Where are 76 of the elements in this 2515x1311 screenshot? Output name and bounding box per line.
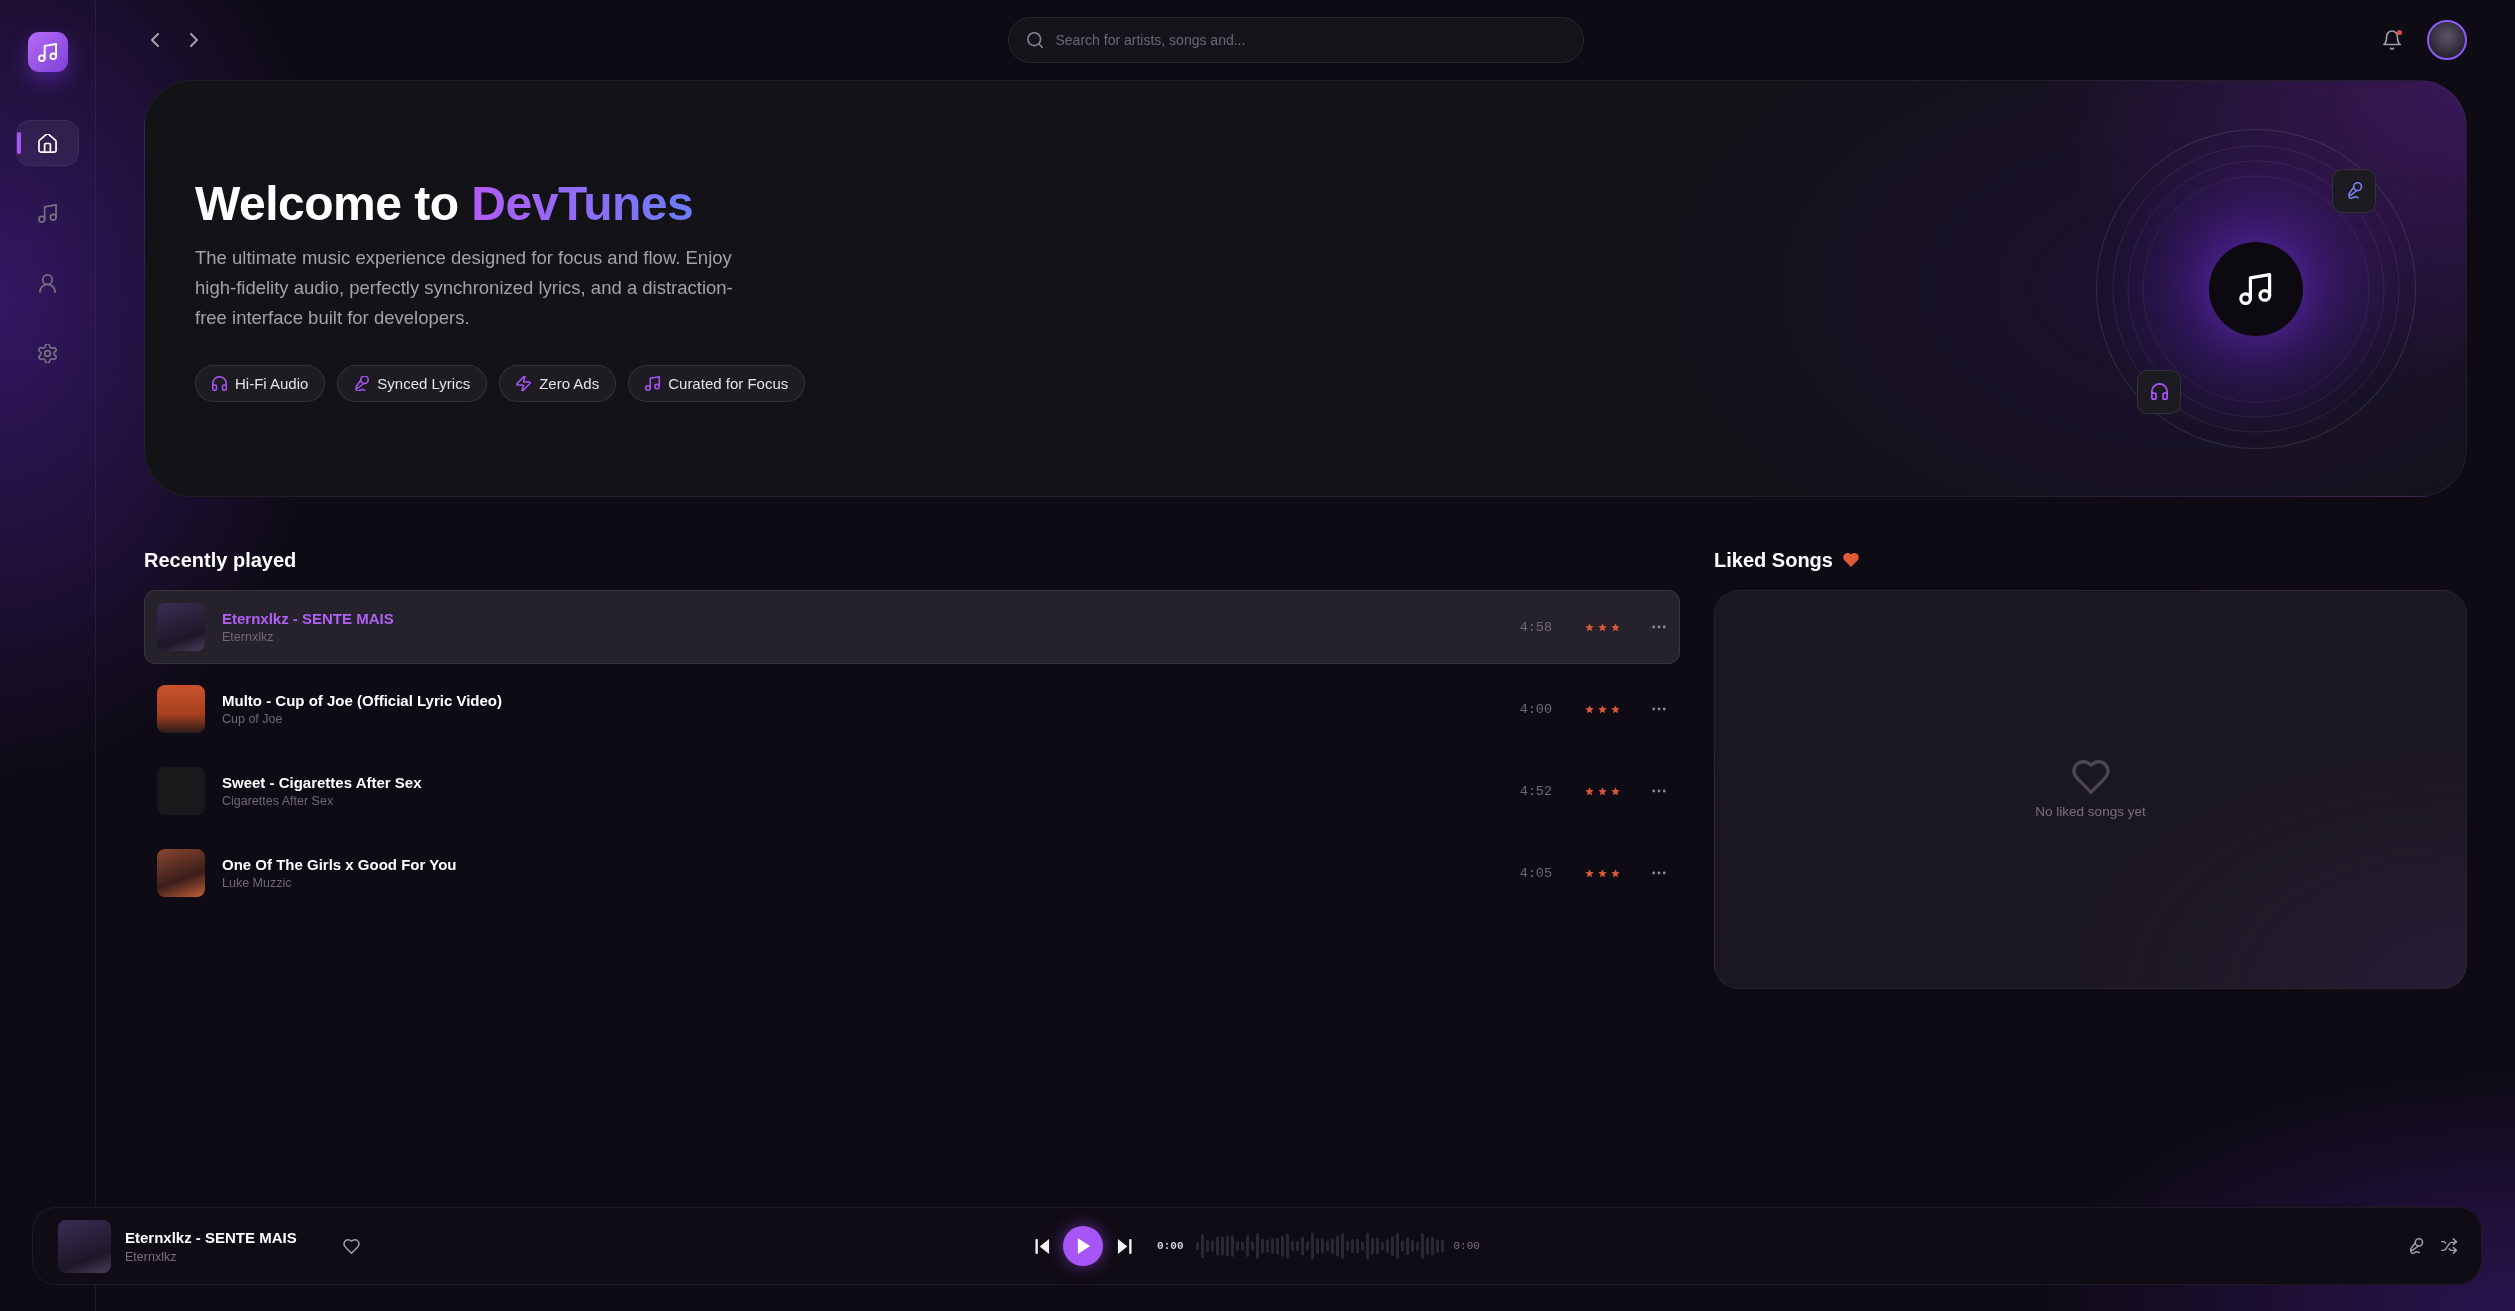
track-artist: Cigarettes After Sex xyxy=(222,794,334,808)
play-button[interactable] xyxy=(1063,1226,1104,1266)
album-art-placeholder xyxy=(157,685,205,733)
star-icon xyxy=(1598,622,1608,632)
hero-title: Welcome to DevTunes xyxy=(195,176,694,232)
feature-label: Synced Lyrics xyxy=(377,375,471,392)
section-title: Recently played xyxy=(144,548,297,573)
shuffle-icon[interactable] xyxy=(2441,1238,2457,1254)
next-icon[interactable] xyxy=(1117,1238,1133,1254)
microphone-icon xyxy=(2332,168,2376,213)
user-icon xyxy=(38,273,57,293)
now-playing-title: Eternxlkz - SENTE MAIS xyxy=(125,1228,297,1246)
elapsed-time: 0:00 xyxy=(1157,1240,1184,1252)
forward-icon[interactable] xyxy=(190,33,198,47)
track-duration: 4:52 xyxy=(1519,783,1553,799)
album-art-placeholder xyxy=(157,603,205,651)
hero-description: The ultimate music experience designed for focus and flow. Enjoy high-fidelity audio, perfectly synchronized lyrics, and a distraction-free interface built for developers. xyxy=(195,246,734,330)
star-icon xyxy=(1585,622,1595,632)
track-title: Sweet - Cigarettes After Sex xyxy=(222,774,422,791)
star-icon xyxy=(1585,786,1595,796)
heart-outline-icon xyxy=(2071,760,2110,794)
total-time: 0:00 xyxy=(1453,1240,1480,1252)
star-icon xyxy=(1598,786,1608,796)
album-art-placeholder xyxy=(58,1219,111,1273)
track-duration: 4:00 xyxy=(1519,701,1553,717)
headphones-icon xyxy=(212,376,227,391)
more-icon[interactable] xyxy=(1652,707,1667,711)
search-icon xyxy=(1026,32,1043,48)
track-row[interactable]: Eternxlkz - SENTE MAIS Eternxlkz 4:58 xyxy=(144,590,1681,664)
track-title: Eternxlkz - SENTE MAIS xyxy=(222,610,394,627)
feature-label: Hi-Fi Audio xyxy=(235,375,309,392)
lightning-icon xyxy=(516,376,532,391)
star-icon xyxy=(1611,868,1621,878)
track-row[interactable]: Multo - Cup of Joe (Official Lyric Video) Cup of Joe 4:00 xyxy=(144,672,1681,746)
now-playing-artist: Eternxlkz xyxy=(125,1249,177,1264)
headphones-icon xyxy=(2137,369,2181,414)
microphone-icon[interactable] xyxy=(2408,1238,2424,1254)
star-icon xyxy=(1585,868,1595,878)
app-logo-icon xyxy=(27,32,68,72)
star-icon xyxy=(1611,704,1621,714)
track-row[interactable]: One Of The Girls x Good For You Luke Muzzic 4:05 xyxy=(144,836,1681,910)
track-artist: Luke Muzzic xyxy=(222,876,292,890)
track-artist: Eternxlkz xyxy=(222,630,274,644)
track-duration: 4:05 xyxy=(1519,865,1553,881)
bell-icon[interactable] xyxy=(2383,30,2401,50)
track-duration: 4:58 xyxy=(1519,619,1553,635)
star-icon xyxy=(1611,786,1621,796)
track-row[interactable]: Sweet - Cigarettes After Sex Cigarettes After Sex 4:52 xyxy=(144,754,1681,828)
star-icon xyxy=(1598,704,1608,714)
previous-icon[interactable] xyxy=(1035,1238,1051,1254)
star-icon xyxy=(1598,868,1608,878)
heart-icon[interactable] xyxy=(342,1238,360,1254)
star-icon xyxy=(1585,704,1595,714)
music-note-icon xyxy=(645,376,661,391)
nav-item[interactable] xyxy=(16,120,79,166)
search-field[interactable]: Search for artists, songs and... xyxy=(1007,17,1584,63)
feature-label: Zero Ads xyxy=(539,375,600,392)
play-icon xyxy=(1077,1238,1092,1254)
track-title: One Of The Girls x Good For You xyxy=(222,856,457,873)
more-icon[interactable] xyxy=(1652,789,1667,793)
more-icon[interactable] xyxy=(1652,871,1667,875)
user-avatar[interactable] xyxy=(2427,20,2467,60)
back-icon[interactable] xyxy=(151,33,159,47)
heart-icon xyxy=(1842,553,1859,567)
more-icon[interactable] xyxy=(1652,625,1667,629)
home-icon xyxy=(38,133,57,153)
track-title: Multo - Cup of Joe (Official Lyric Video) xyxy=(222,692,502,709)
album-art-placeholder xyxy=(157,849,205,897)
empty-message: No liked songs yet xyxy=(2035,804,2146,819)
settings-icon xyxy=(38,343,57,363)
star-icon xyxy=(1611,622,1621,632)
track-artist: Cup of Joe xyxy=(222,712,283,726)
section-title: Liked Songs xyxy=(1714,548,1833,573)
feature-label: Curated for Focus xyxy=(668,375,789,392)
music-note-icon xyxy=(38,203,57,223)
microphone-icon xyxy=(354,376,370,391)
